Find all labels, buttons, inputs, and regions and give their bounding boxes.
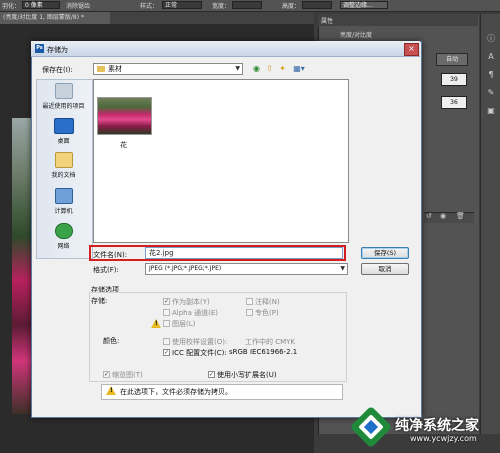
lowercase-ext-label: 使用小写扩展名(U) — [217, 371, 277, 379]
documents-icon — [54, 152, 73, 168]
filename-highlight — [89, 245, 346, 261]
format-value: JPEG (*.JPG;*.JPEG;*.JPE) — [149, 265, 222, 272]
auto-button[interactable]: 自动 — [436, 53, 468, 66]
desktop-icon — [53, 118, 74, 134]
back-icon[interactable]: ◉ — [251, 63, 262, 74]
place-network-label: 网络 — [57, 243, 70, 250]
notice-text: 在此选项下，文件必须存储为拷贝。 — [120, 388, 232, 396]
save-in-label: 保存在(I): — [42, 66, 73, 74]
computer-icon — [54, 188, 73, 204]
watermark-text: 纯净系统之家 — [395, 418, 479, 434]
notice-warning-icon: ! — [106, 386, 116, 395]
format-label: 格式(F): — [93, 266, 119, 274]
thumbnail-checkbox[interactable]: ✓ — [103, 371, 110, 378]
icc-profile-value: sRGB IEC61966-2.1 — [229, 348, 298, 356]
layers-checkbox[interactable] — [163, 320, 170, 327]
proof-value: 工作中的 CMYK — [245, 338, 296, 346]
place-computer[interactable]: 计算机 — [36, 188, 91, 215]
spot-colors-label: 专色(P) — [255, 309, 279, 317]
save-in-select[interactable]: 素材 ▼ — [93, 63, 243, 75]
dialog-title: 存储为 — [47, 46, 68, 54]
style-label: 样式： — [140, 3, 159, 10]
icc-profile-label: ICC 配置文件(C): — [172, 349, 227, 357]
dialog-titlebar[interactable] — [31, 41, 420, 57]
refine-edge-button[interactable]: 调整边缘... — [340, 1, 388, 9]
visibility-icon[interactable]: ◉ — [440, 212, 446, 220]
icc-profile-checkbox[interactable]: ✓ — [163, 349, 170, 356]
place-desktop-label: 桌面 — [57, 138, 70, 145]
ps-options-bar: 羽化： 0 像素 消除锯齿 样式： 正常 宽度： 高度： 调整边缘... — [0, 0, 500, 12]
document-tab[interactable]: (亮度/对比度 1, 图层蒙版/8) * — [0, 12, 110, 24]
use-proof-label: 使用校样设置(O): — [172, 338, 228, 346]
chevron-down-icon: ▼ — [235, 65, 240, 72]
folder-icon — [97, 66, 105, 72]
width-label: 宽度： — [212, 3, 231, 10]
width-input[interactable] — [232, 1, 262, 9]
ps-right-toolstrip: ⓘ A ¶ ✎ ▣ — [480, 14, 500, 434]
place-recent[interactable]: 最近使用的项目 — [36, 83, 91, 110]
properties-panel-header: 属性 — [318, 14, 478, 26]
save-in-value: 素材 — [108, 65, 122, 73]
height-label: 高度： — [282, 3, 301, 10]
cancel-button[interactable]: 取消 — [361, 263, 409, 275]
lowercase-ext-checkbox[interactable]: ✓ — [208, 371, 215, 378]
adjustment-name: 亮度/对比度 — [340, 32, 373, 39]
file-thumbnail-label: 花 — [120, 141, 127, 149]
place-recent-label: 最近使用的项目 — [42, 103, 85, 110]
layers-label: 图层(L) — [172, 320, 196, 328]
view-menu-icon[interactable]: ▦▾ — [290, 63, 308, 74]
info-icon[interactable]: ⓘ — [486, 34, 496, 44]
chevron-down-icon: ▼ — [340, 265, 345, 272]
spot-colors-checkbox[interactable] — [246, 309, 253, 316]
place-computer-label: 计算机 — [54, 208, 73, 215]
up-folder-icon[interactable]: ⇧ — [264, 63, 275, 74]
warning-icon: ! — [151, 319, 161, 328]
format-select[interactable]: JPEG (*.JPG;*.JPEG;*.JPE) ▼ — [145, 263, 348, 275]
save-button[interactable]: 保存(S) — [361, 247, 409, 259]
as-copy-label: 作为副本(Y) — [172, 298, 210, 306]
clone-icon[interactable]: ▣ — [486, 106, 496, 116]
style-select[interactable]: 正常 — [162, 1, 202, 9]
place-documents-label: 我的文档 — [51, 172, 76, 179]
use-proof-checkbox[interactable] — [163, 338, 170, 345]
network-icon — [54, 223, 73, 239]
file-thumbnail[interactable] — [97, 97, 152, 135]
new-folder-icon[interactable]: ✦ — [277, 63, 288, 74]
as-copy-checkbox[interactable]: ✓ — [163, 298, 170, 305]
brush-icon[interactable]: ✎ — [486, 88, 496, 98]
feather-label: 羽化： — [2, 3, 21, 10]
alpha-channels-label: Alpha 通道(E) — [172, 309, 219, 317]
feather-input[interactable]: 0 像素 — [22, 1, 60, 9]
brightness-input[interactable]: 39 — [441, 73, 467, 86]
annotations-label: 注释(N) — [255, 298, 280, 306]
photoshop-icon: Ps — [35, 44, 44, 53]
reset-icon[interactable]: ↺ — [426, 212, 432, 220]
trash-icon[interactable]: 🗑 — [456, 212, 465, 220]
character-icon[interactable]: A — [486, 52, 496, 62]
close-button[interactable]: × — [404, 43, 419, 56]
annotations-checkbox[interactable] — [246, 298, 253, 305]
color-label: 颜色: — [103, 337, 120, 345]
place-network[interactable]: 网络 — [36, 223, 91, 250]
place-desktop[interactable]: 桌面 — [36, 118, 91, 145]
thumbnail-label: 缩览图(T) — [112, 371, 143, 379]
place-documents[interactable]: 我的文档 — [36, 152, 91, 179]
alpha-channels-checkbox[interactable] — [163, 309, 170, 316]
store-label: 存储: — [91, 297, 108, 305]
properties-title: 属性 — [321, 18, 334, 25]
contrast-input[interactable]: 36 — [441, 96, 467, 109]
height-input[interactable] — [302, 1, 332, 9]
recent-icon — [54, 83, 73, 99]
watermark-url: www.ycwjzy.com — [410, 434, 477, 443]
paragraph-icon[interactable]: ¶ — [486, 70, 496, 80]
antialias-checkbox-label[interactable]: 消除锯齿 — [66, 1, 90, 10]
